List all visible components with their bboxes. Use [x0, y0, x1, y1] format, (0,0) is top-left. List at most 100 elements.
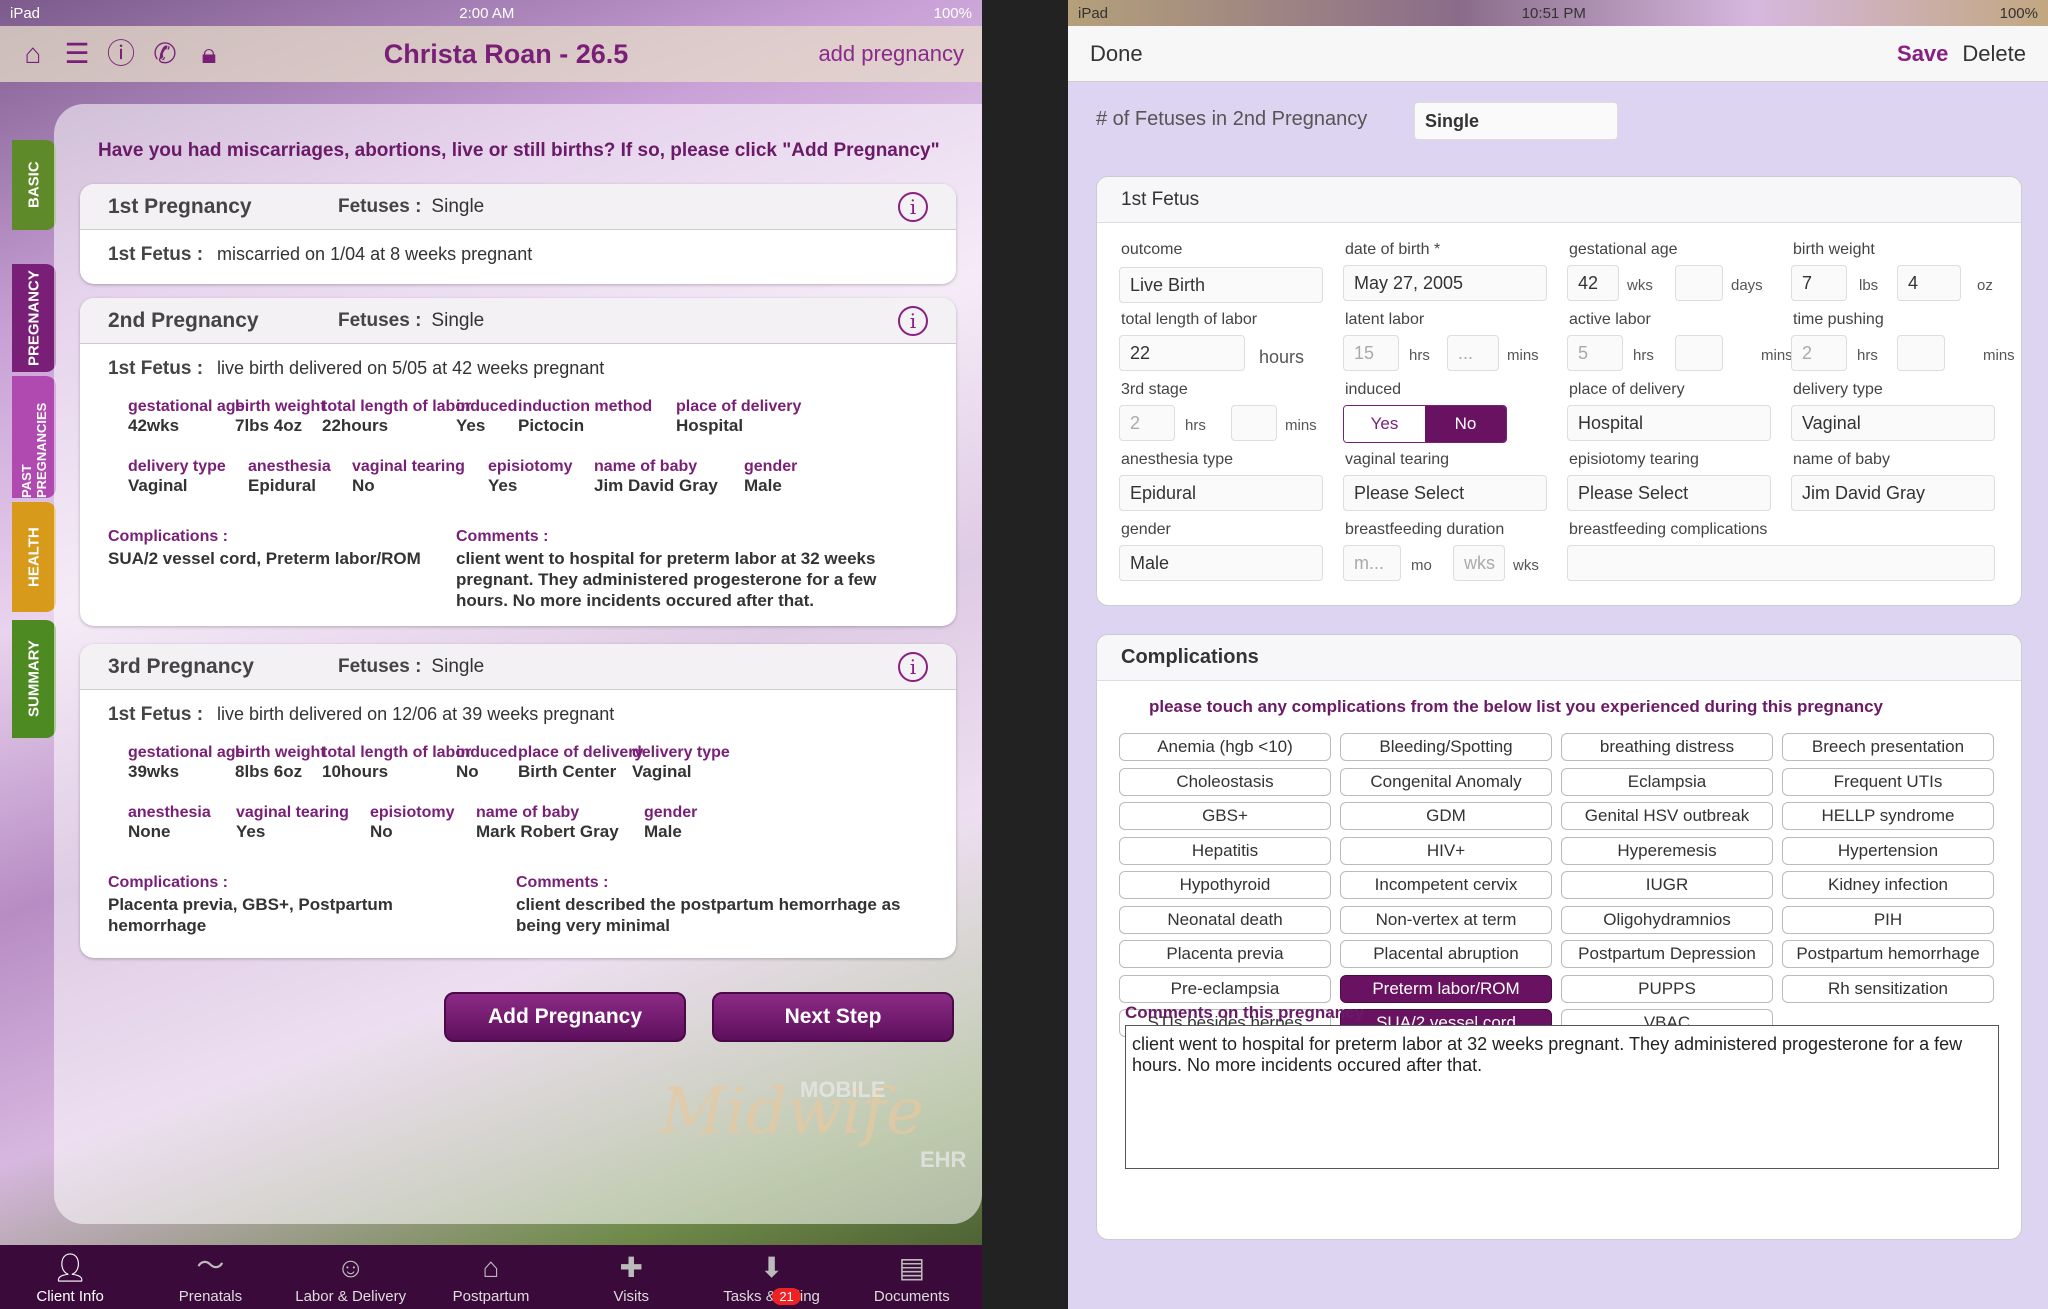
fetuses-count-input[interactable]: Single	[1414, 102, 1618, 140]
complication-option[interactable]: HIV+	[1340, 836, 1552, 865]
bf-complications-input[interactable]	[1567, 545, 1995, 581]
unit-mins: mins	[1507, 347, 1539, 364]
ga-days-input[interactable]	[1675, 265, 1723, 301]
episiotomy-select[interactable]: Please Select	[1567, 475, 1771, 511]
complication-option[interactable]: Hyperemesis	[1561, 836, 1773, 865]
complication-option[interactable]: Neonatal death	[1119, 905, 1331, 934]
complication-option[interactable]: PUPPS	[1561, 974, 1773, 1003]
complication-option[interactable]: Placenta previa	[1119, 940, 1331, 968]
pregnancy-card-2[interactable]: 2nd Pregnancy Fetuses : Single i 1st Fet…	[80, 298, 956, 626]
info-icon[interactable]: i	[898, 191, 928, 222]
add-pregnancy-link[interactable]: add pregnancy	[754, 41, 964, 67]
complication-option[interactable]: IUGR	[1561, 871, 1773, 899]
active-hrs-input[interactable]: 5	[1567, 335, 1623, 371]
carrier: iPad	[1078, 4, 1109, 22]
info-icon[interactable]: i	[898, 305, 928, 336]
ga-weeks-input[interactable]: 42	[1567, 265, 1619, 301]
bottom-tabbar: 👤︎ Client Info 〜 Prenatals ☺ Labor & Delive…	[0, 1245, 982, 1309]
complication-option[interactable]: Frequent UTIs	[1782, 767, 1994, 796]
info-icon[interactable]: i	[898, 651, 928, 682]
latent-hrs-input[interactable]: 15	[1343, 335, 1399, 371]
tab-postpartum[interactable]: ⌂ Postpartum	[421, 1245, 561, 1309]
phone-icon[interactable]: ✆	[150, 40, 180, 68]
complication-option[interactable]: PIH	[1782, 905, 1994, 934]
info-icon[interactable]: ⓘ	[106, 40, 136, 68]
complication-option[interactable]: Incompetent cervix	[1340, 871, 1552, 899]
complication-option[interactable]: Oligohydramnios	[1561, 905, 1773, 934]
pregnancy-card-3[interactable]: 3rd Pregnancy Fetuses : Single i 1st Fet…	[80, 644, 956, 958]
complication-option[interactable]: Pre-eclampsia	[1119, 974, 1331, 1003]
bw-lbs-input[interactable]: 7	[1791, 265, 1847, 301]
bw-oz-input[interactable]: 4	[1897, 265, 1961, 301]
pushing-mins-input[interactable]	[1897, 335, 1945, 371]
third-mins-input[interactable]	[1231, 405, 1277, 441]
lock-icon[interactable]: 🔒︎	[194, 40, 224, 68]
active-mins-input[interactable]	[1675, 335, 1723, 371]
delivery-type-input[interactable]: Vaginal	[1791, 405, 1995, 441]
labor-length-input[interactable]: 22	[1119, 335, 1245, 371]
complication-option[interactable]: Hepatitis	[1119, 836, 1331, 865]
complication-option[interactable]: Placental abruption	[1340, 940, 1552, 968]
tab-documents[interactable]: ▤ Documents	[842, 1245, 982, 1309]
induced-no[interactable]: No	[1425, 406, 1506, 442]
bf-weeks-input[interactable]: wks	[1453, 545, 1505, 581]
complication-option[interactable]: Non-vertex at term	[1340, 905, 1552, 934]
list-icon[interactable]: ☰	[62, 40, 92, 68]
pregnancy-card-1[interactable]: 1st Pregnancy Fetuses : Single i 1st Fet…	[80, 184, 956, 284]
next-step-button[interactable]: Next Step	[712, 992, 954, 1042]
complication-option[interactable]: Breech presentation	[1782, 733, 1994, 761]
complication-option[interactable]: Bleeding/Spotting	[1340, 733, 1552, 761]
add-pregnancy-button[interactable]: Add Pregnancy	[444, 992, 686, 1042]
complication-option[interactable]: HELLP syndrome	[1782, 802, 1994, 830]
dob-input[interactable]: May 27, 2005	[1343, 265, 1547, 301]
complication-option[interactable]: Genital HSV outbreak	[1561, 802, 1773, 830]
tab-labor-delivery[interactable]: ☺ Labor & Delivery	[281, 1245, 421, 1309]
comments-textarea[interactable]: client went to hospital for preterm labo…	[1125, 1025, 1999, 1169]
tab-tasks-billing[interactable]: ⬇21Tasks & Billing	[701, 1245, 841, 1309]
complication-option[interactable]: Postpartum hemorrhage	[1782, 940, 1994, 968]
baby-name-input[interactable]: Jim David Gray	[1791, 475, 1995, 511]
place-input[interactable]: Hospital	[1567, 405, 1771, 441]
tab-pregnancy[interactable]: PREGNANCY	[12, 264, 56, 372]
induced-yes[interactable]: Yes	[1344, 406, 1425, 442]
save-button[interactable]: Save	[1897, 41, 1948, 67]
fetus-line: 1st Fetus : live birth delivered on 5/05 …	[108, 358, 604, 380]
field-gender: gender Male	[744, 458, 798, 495]
tab-health[interactable]: HEALTH	[12, 502, 56, 612]
delete-button[interactable]: Delete	[1962, 41, 2026, 67]
fetus-label: 1st Fetus :	[108, 358, 204, 379]
anesthesia-input[interactable]: Epidural	[1119, 475, 1323, 511]
home-icon[interactable]: ⌂	[18, 40, 48, 68]
complication-option[interactable]: breathing distress	[1561, 733, 1773, 761]
induced-toggle[interactable]: Yes No	[1343, 405, 1507, 443]
birth-weight-label: birth weight	[1793, 241, 1875, 258]
complication-option[interactable]: Congenital Anomaly	[1340, 767, 1552, 796]
outcome-input[interactable]: Live Birth	[1119, 267, 1323, 303]
complication-option[interactable]: Choleostasis	[1119, 767, 1331, 796]
complication-option[interactable]: Hypertension	[1782, 836, 1994, 865]
complication-option[interactable]: Eclampsia	[1561, 767, 1773, 796]
tab-summary[interactable]: SUMMARY	[12, 620, 56, 738]
complication-option[interactable]: GBS+	[1119, 802, 1331, 830]
latent-mins-input[interactable]: ...	[1447, 335, 1499, 371]
gender-input[interactable]: Male	[1119, 545, 1323, 581]
tab-basic[interactable]: BASIC	[12, 140, 56, 230]
field-place-of-delivery: place of delivery Birth Center	[518, 744, 644, 781]
pushing-hrs-input[interactable]: 2	[1791, 335, 1847, 371]
complication-option[interactable]: Postpartum Depression	[1561, 940, 1773, 968]
third-hrs-input[interactable]: 2	[1119, 405, 1175, 441]
complication-option[interactable]: GDM	[1340, 802, 1552, 830]
unit-mins: mins	[1761, 347, 1793, 364]
tab-client-info[interactable]: 👤︎ Client Info	[0, 1245, 140, 1309]
vaginal-tearing-select[interactable]: Please Select	[1343, 475, 1547, 511]
complication-option[interactable]: Hypothyroid	[1119, 871, 1331, 899]
bf-months-input[interactable]: m...	[1343, 545, 1401, 581]
tab-visits[interactable]: ✚ Visits	[561, 1245, 701, 1309]
complication-option[interactable]: Preterm labor/ROM	[1340, 974, 1552, 1003]
complication-option[interactable]: Kidney infection	[1782, 871, 1994, 899]
done-button[interactable]: Done	[1090, 41, 1897, 67]
complication-option[interactable]: Anemia (hgb <10)	[1119, 733, 1331, 761]
tab-prenatals[interactable]: 〜 Prenatals	[140, 1245, 280, 1309]
tab-past-pregnancies[interactable]: PAST PREGNANCIES	[12, 376, 56, 498]
complication-option[interactable]: Rh sensitization	[1782, 974, 1994, 1003]
